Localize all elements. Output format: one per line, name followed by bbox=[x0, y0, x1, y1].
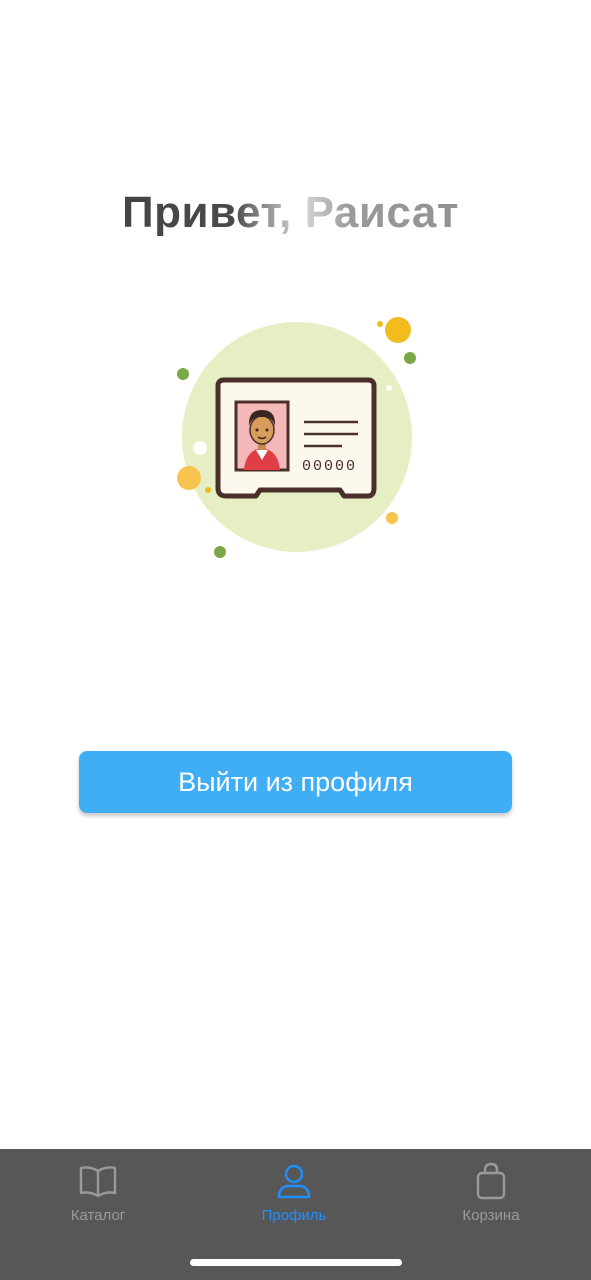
tab-profile[interactable]: Профиль bbox=[214, 1161, 374, 1231]
tab-profile-label: Профиль bbox=[261, 1207, 327, 1224]
tab-cart-label: Корзина bbox=[462, 1207, 520, 1224]
dot-white-left bbox=[193, 441, 207, 455]
dot-yellow-left bbox=[177, 466, 201, 490]
dot-yellow-small bbox=[377, 321, 383, 327]
dot-yellow-large bbox=[385, 317, 411, 343]
home-indicator bbox=[190, 1259, 402, 1266]
greeting-title: Привет, Раисат bbox=[0, 188, 581, 238]
profile-screen: Привет, Раисат 00000 Выйти из профиля Ка… bbox=[0, 0, 591, 1280]
book-icon bbox=[79, 1166, 117, 1198]
logout-button[interactable]: Выйти из профиля bbox=[79, 751, 512, 813]
dot-green-bottom bbox=[214, 546, 226, 558]
dot-yellow-bottom bbox=[386, 512, 398, 524]
person-icon bbox=[277, 1164, 311, 1199]
id-photo-face bbox=[249, 415, 275, 445]
dot-green-left bbox=[177, 368, 189, 380]
shopping-bag-icon bbox=[476, 1162, 506, 1200]
id-number-glyphs: 00000 bbox=[302, 458, 357, 475]
dot-green-right bbox=[404, 352, 416, 364]
id-photo-eye-left bbox=[255, 428, 259, 432]
dot-white-right bbox=[386, 385, 392, 391]
id-photo-eye-right bbox=[265, 428, 269, 432]
tab-cart[interactable]: Корзина bbox=[411, 1161, 571, 1231]
id-card-icon: 00000 bbox=[177, 317, 416, 558]
tab-catalog[interactable]: Каталог bbox=[18, 1161, 178, 1231]
tab-catalog-label: Каталог bbox=[70, 1207, 126, 1224]
dot-yellow-tiny bbox=[205, 487, 211, 493]
bottom-tab-bar: Каталог Профиль Корзина bbox=[0, 1149, 591, 1280]
